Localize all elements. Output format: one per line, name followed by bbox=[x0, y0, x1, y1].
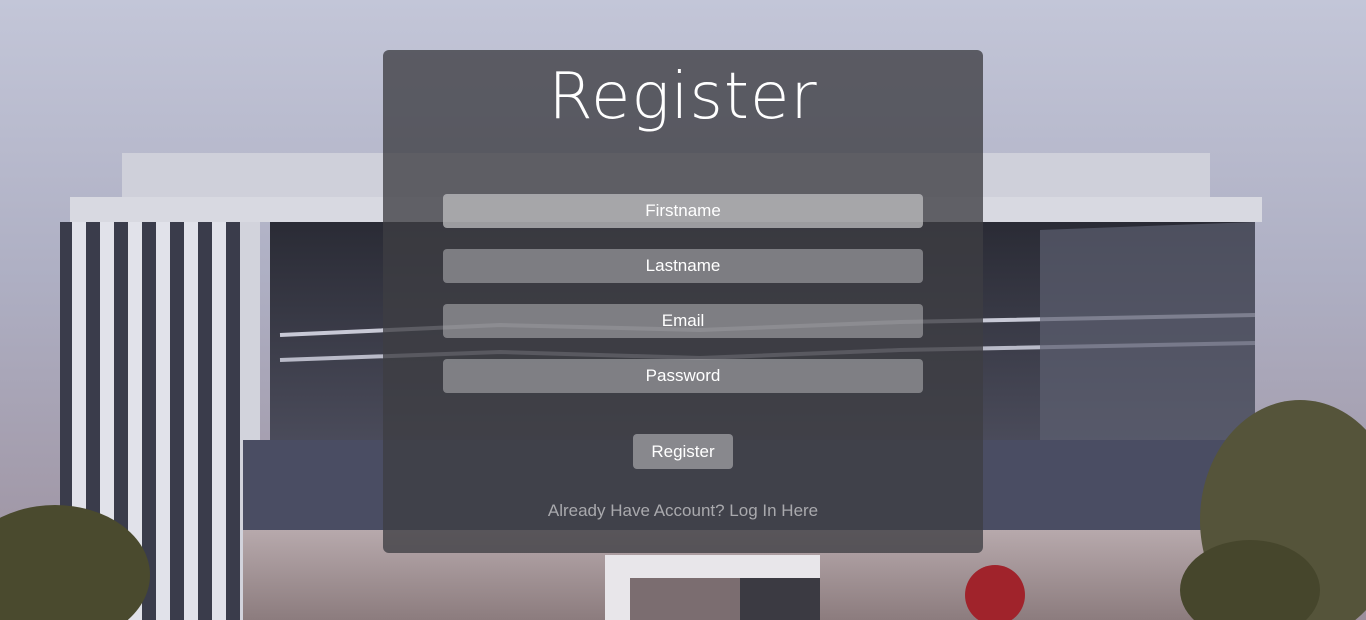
password-input[interactable] bbox=[443, 359, 923, 393]
register-page: Register Register Already Have Account? … bbox=[0, 0, 1366, 620]
register-title: Register bbox=[548, 60, 818, 134]
login-link[interactable]: Already Have Account? Log In Here bbox=[548, 501, 818, 520]
register-button[interactable]: Register bbox=[633, 434, 733, 469]
email-input[interactable] bbox=[443, 304, 923, 338]
lastname-input[interactable] bbox=[443, 249, 923, 283]
firstname-input[interactable] bbox=[443, 194, 923, 228]
login-link-row: Already Have Account? Log In Here bbox=[0, 500, 1366, 522]
